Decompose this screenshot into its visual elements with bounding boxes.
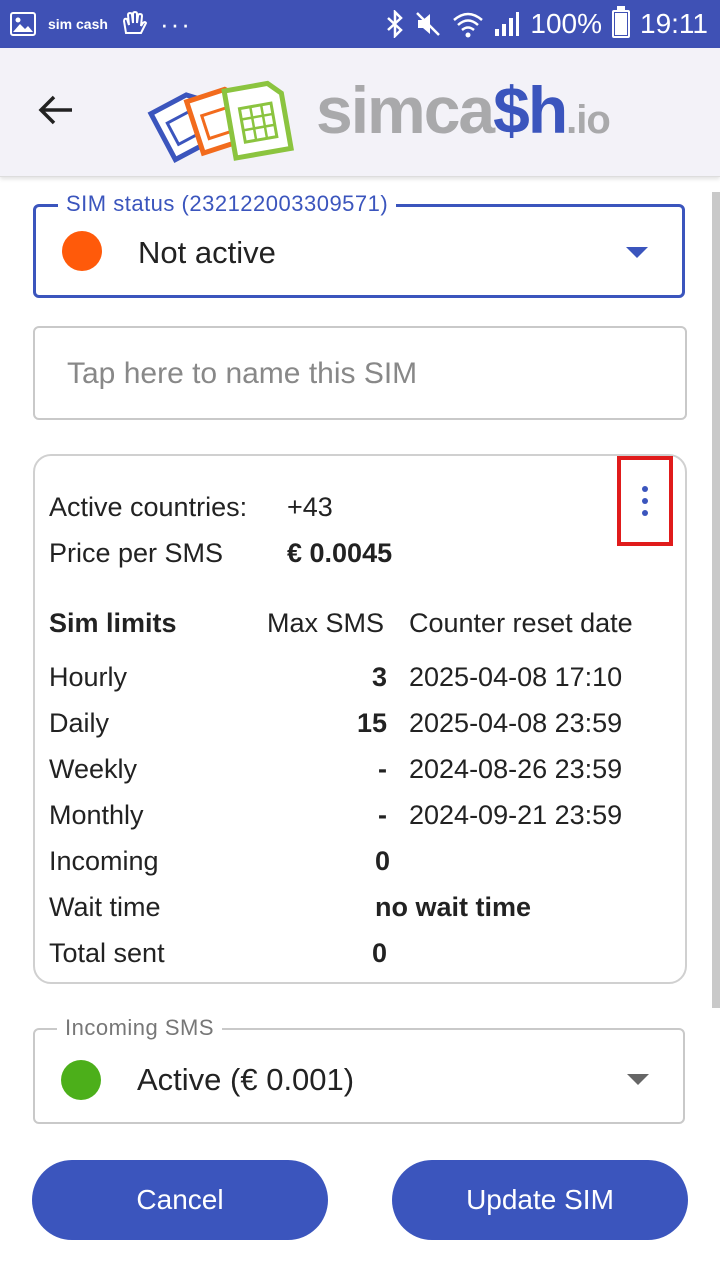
limit-name: Monthly <box>49 800 144 830</box>
chevron-down-icon <box>627 1074 649 1085</box>
price-value: € 0.0045 <box>287 538 393 568</box>
limits-header: Sim limits <box>49 608 177 638</box>
gallery-icon <box>10 12 36 36</box>
limit-reset: 2025-04-08 17:10 <box>409 662 623 692</box>
simcash-notification-icon: sim cash <box>48 15 108 32</box>
incoming-label: Incoming <box>49 846 159 876</box>
chevron-down-icon <box>626 247 648 258</box>
active-countries-label: Active countries: <box>49 492 248 522</box>
limit-name: Hourly <box>49 662 128 692</box>
signal-icon <box>494 11 520 37</box>
total-sent-label: Total sent <box>49 938 165 968</box>
limit-reset: 2024-09-21 23:59 <box>409 800 623 830</box>
sim-info-card: Active countries: +43 Price per SMS € 0.… <box>33 454 687 984</box>
wait-time-label: Wait time <box>49 892 161 922</box>
more-options-button[interactable] <box>617 456 673 546</box>
more-vert-icon <box>642 486 648 492</box>
limit-max: - <box>378 800 387 830</box>
more-notifications-icon: ··· <box>159 8 192 39</box>
battery-percent: 100% <box>530 8 602 39</box>
wifi-icon <box>452 10 484 38</box>
status-bar: sim cash ··· 100% 19:11 <box>0 0 720 48</box>
limit-name: Weekly <box>49 754 138 784</box>
scrollbar[interactable] <box>712 192 720 1008</box>
reset-date-header: Counter reset date <box>409 608 633 638</box>
sim-status-value: Not active <box>138 235 276 270</box>
sim-status-label: SIM status (232122003309571) <box>58 191 397 217</box>
sim-status-dropdown[interactable]: SIM status (232122003309571) Not active <box>33 191 685 298</box>
bluetooth-icon <box>386 10 404 38</box>
limit-reset: 2025-04-08 23:59 <box>409 708 623 738</box>
limit-max: 15 <box>356 708 387 738</box>
total-sent-value: 0 <box>371 938 387 968</box>
cancel-button[interactable]: Cancel <box>32 1160 328 1240</box>
incoming-sms-dropdown[interactable]: Incoming SMS Active (€ 0.001) <box>33 1015 685 1124</box>
app-bar: simca$h.io <box>0 48 720 177</box>
update-sim-button[interactable]: Update SIM <box>392 1160 688 1240</box>
wave-hand-icon <box>120 11 148 37</box>
sim-name-input[interactable] <box>65 328 659 420</box>
limit-reset: 2024-08-26 23:59 <box>409 754 623 784</box>
limit-name: Daily <box>49 708 110 738</box>
wait-time-value: no wait time <box>375 892 532 922</box>
price-label: Price per SMS <box>49 538 224 568</box>
limit-max: - <box>378 754 387 784</box>
max-sms-header: Max SMS <box>267 608 385 638</box>
limit-max: 3 <box>371 662 387 692</box>
incoming-value: 0 <box>375 846 391 876</box>
status-dot-icon <box>62 231 102 271</box>
mute-icon <box>414 10 442 38</box>
clock: 19:11 <box>640 8 708 39</box>
sim-name-field[interactable] <box>33 326 687 420</box>
active-countries-value: +43 <box>287 492 333 522</box>
simcash-logo: simca$h.io <box>316 73 611 147</box>
battery-icon <box>612 6 630 38</box>
incoming-sms-label: Incoming SMS <box>57 1015 223 1041</box>
arrow-left-icon <box>38 95 72 125</box>
back-button[interactable] <box>34 88 78 132</box>
sim-cards-logo-icon <box>146 70 296 166</box>
incoming-sms-value: Active (€ 0.001) <box>137 1062 355 1097</box>
status-dot-icon <box>61 1060 101 1100</box>
